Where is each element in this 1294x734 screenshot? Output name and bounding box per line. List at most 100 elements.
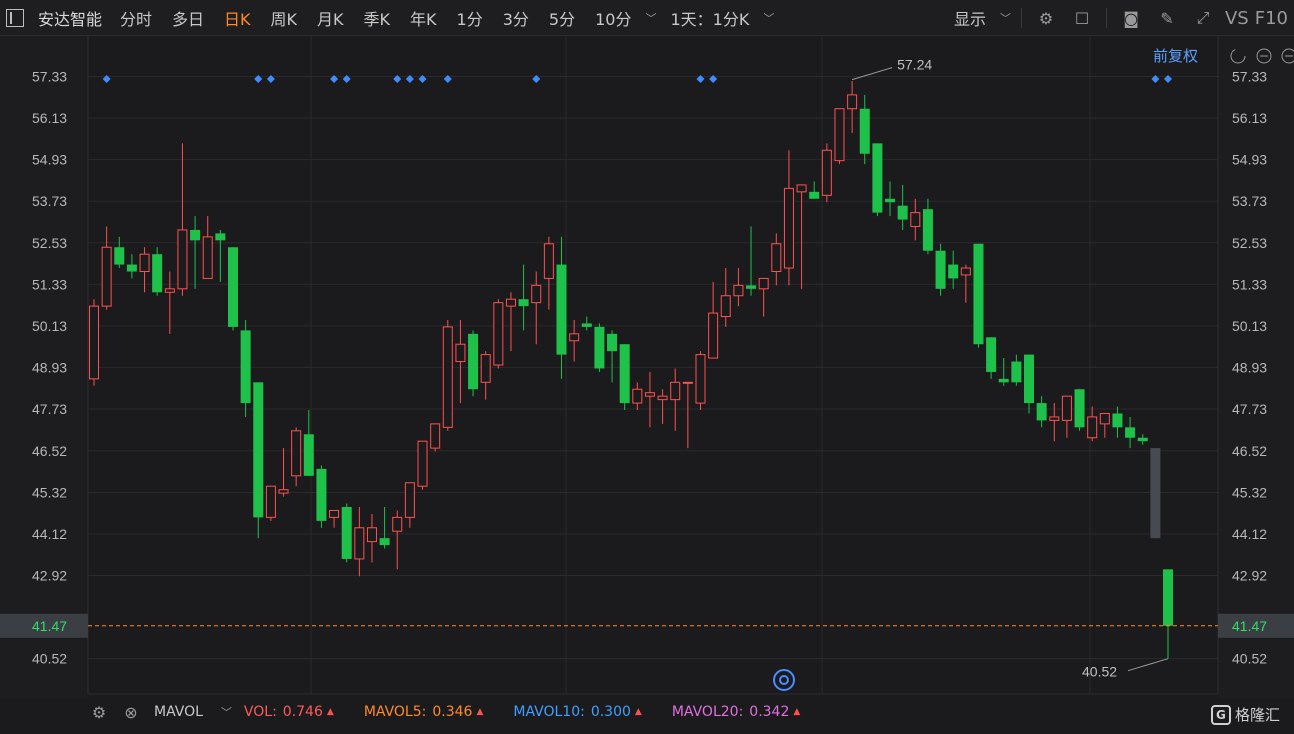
candle-body-down[interactable]	[468, 333, 479, 390]
candle-body-up[interactable]	[543, 243, 554, 279]
candle-body-up[interactable]	[139, 253, 150, 272]
candle-body-up[interactable]	[821, 149, 832, 196]
candle-body-up[interactable]	[670, 381, 681, 401]
candle-body-down[interactable]	[998, 378, 1009, 383]
chevron-down-icon[interactable]: ﹀	[763, 10, 774, 26]
period-tab[interactable]: 5分	[539, 6, 585, 30]
candle-body-down[interactable]	[190, 229, 201, 241]
candle-body-down[interactable]	[341, 506, 352, 559]
candle-body-up[interactable]	[89, 305, 99, 380]
candle-body-up[interactable]	[720, 295, 731, 318]
chevron-down-icon[interactable]: ﹀	[221, 704, 232, 720]
candle-body-down[interactable]	[948, 264, 959, 279]
candle-body-down[interactable]	[1024, 354, 1035, 404]
candle-body-down[interactable]	[114, 247, 125, 265]
candle-body-down[interactable]	[303, 434, 314, 476]
candle-body-down[interactable]	[1125, 427, 1136, 438]
candle-body-up[interactable]	[404, 482, 415, 518]
candle-body-up[interactable]	[442, 326, 453, 428]
period-tab[interactable]: 季K	[354, 6, 401, 30]
candle-body-down[interactable]	[986, 337, 997, 372]
period-tab[interactable]: 月K	[307, 6, 354, 30]
intraday-option[interactable]: 1天：1分K	[660, 6, 759, 30]
candle-body-up[interactable]	[1049, 416, 1060, 421]
square-icon[interactable]: ☐	[1071, 8, 1093, 28]
period-tab[interactable]: 多日	[162, 6, 214, 30]
candle-body-down[interactable]	[556, 264, 567, 355]
candle-body-down[interactable]	[126, 264, 137, 272]
pencil-icon[interactable]: ✎	[1156, 8, 1178, 28]
candle-body-up[interactable]	[354, 527, 365, 560]
indicator-name[interactable]: MAVOL	[154, 704, 203, 720]
close-icon[interactable]: ⊗	[120, 702, 142, 722]
period-tab[interactable]: 3分	[493, 6, 539, 30]
locate-icon[interactable]	[773, 669, 795, 691]
candle-body-down[interactable]	[152, 254, 163, 293]
candle-body-down[interactable]	[872, 143, 883, 213]
sidebar-toggle-icon[interactable]	[6, 8, 24, 27]
candle-body-up[interactable]	[783, 187, 794, 269]
candle-body-up[interactable]	[733, 284, 744, 297]
candle-body-down[interactable]	[935, 250, 946, 289]
adjust-mode-label[interactable]: 前复权	[1153, 47, 1198, 65]
candle-body-up[interactable]	[392, 516, 403, 532]
candle-body-down[interactable]	[607, 333, 618, 352]
candle-body-down[interactable]	[746, 285, 757, 289]
candle-body-up[interactable]	[708, 312, 719, 359]
candle-body-down[interactable]	[379, 538, 390, 546]
candle-body-up[interactable]	[834, 108, 845, 162]
candle-body-down[interactable]	[1074, 389, 1085, 428]
chevron-down-icon[interactable]: ﹀	[645, 10, 656, 26]
candle-body-up[interactable]	[455, 343, 466, 363]
candle-body-down[interactable]	[581, 323, 592, 327]
candle-body-up[interactable]	[480, 354, 491, 383]
candle-body-down[interactable]	[1112, 413, 1123, 428]
candle-body-down[interactable]	[316, 468, 327, 521]
candle-body-down[interactable]	[973, 243, 984, 345]
candle-body-down[interactable]	[227, 247, 238, 327]
candle-body-down[interactable]	[809, 191, 820, 199]
locate-icon[interactable]	[779, 675, 789, 685]
candle-body-down[interactable]	[1163, 569, 1173, 626]
candle-body-down[interactable]	[922, 209, 933, 251]
candle-body-up[interactable]	[101, 246, 112, 307]
gear-icon[interactable]: ⚙	[88, 702, 110, 722]
candle-body-up[interactable]	[1087, 416, 1098, 439]
candle-body-up[interactable]	[265, 485, 276, 518]
candle-body-up[interactable]	[1099, 412, 1110, 425]
candle-body-up[interactable]	[847, 94, 858, 110]
candle-body-up[interactable]	[796, 184, 807, 193]
candle-body-down[interactable]	[619, 344, 630, 404]
candle-body-up[interactable]	[430, 423, 441, 449]
candle-body-down[interactable]	[215, 233, 226, 241]
camera-icon[interactable]: ◙	[1120, 8, 1142, 28]
display-menu[interactable]: 显示	[944, 6, 996, 30]
chevron-down-icon[interactable]: ﹀	[1000, 10, 1011, 26]
period-tab[interactable]: 10分	[585, 6, 641, 30]
candle-body-up[interactable]	[164, 288, 175, 293]
candle-body-up[interactable]	[329, 509, 340, 518]
candle-body-down[interactable]	[253, 382, 264, 518]
candle-body-down[interactable]	[1036, 403, 1047, 421]
candle-body-up[interactable]	[505, 298, 516, 307]
expand-icon[interactable]: ⤢	[1192, 8, 1214, 28]
candle-body-up[interactable]	[960, 267, 971, 276]
candle-body-up[interactable]	[644, 392, 655, 397]
period-tab[interactable]: 周K	[261, 6, 308, 30]
candle-body-up[interactable]	[177, 229, 188, 290]
candlestick-chart[interactable]: 57.33 57.33 56.13 56.13 54.93 54.93 53.73 53.73…	[0, 36, 1294, 698]
candle-body-down[interactable]	[859, 108, 870, 154]
gear-icon[interactable]: ⚙	[1035, 8, 1057, 28]
candle-body-down[interactable]	[518, 299, 529, 307]
period-tab-active[interactable]: 日K	[214, 6, 261, 30]
candle-body-down[interactable]	[594, 326, 605, 369]
candle-body-down[interactable]	[885, 198, 896, 203]
candle-body-up[interactable]	[366, 527, 377, 543]
candle-body-up[interactable]	[278, 489, 289, 494]
candle-body-up[interactable]	[910, 212, 921, 227]
period-tab[interactable]: 1分	[447, 6, 493, 30]
vs-button[interactable]: VS	[1221, 8, 1253, 29]
period-tab[interactable]: 分时	[110, 6, 162, 30]
candle-body-down[interactable]	[897, 205, 908, 220]
period-tab[interactable]: 年K	[400, 6, 447, 30]
